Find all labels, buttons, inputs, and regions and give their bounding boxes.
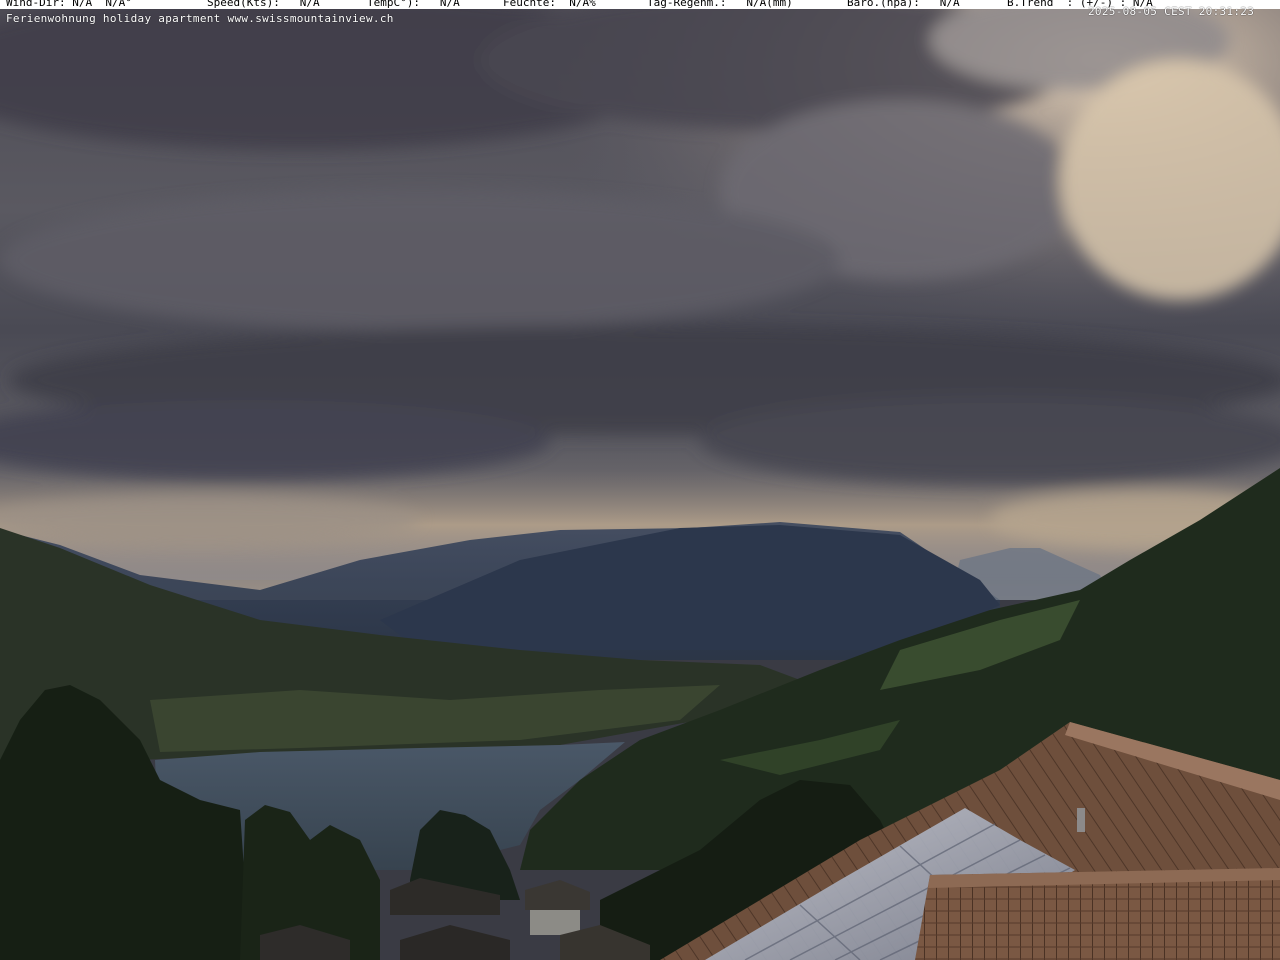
daily-rain: Tag-Regenm.: N/A(mm) [647, 0, 793, 9]
caption-overlay: Ferienwohnung holiday apartment www.swis… [6, 12, 394, 25]
temperature: TempC°): N/A [367, 0, 460, 9]
wind-speed: Speed(Kts): N/A [207, 0, 320, 9]
webcam-photo [0, 0, 1280, 960]
cloudy-sky [0, 0, 1280, 600]
wind-direction: Wind-Dir: N/A N/A° [6, 0, 132, 9]
humidity: Feuchte: N/A% [503, 0, 596, 9]
barometer: Baro.(hpa): N/A [847, 0, 960, 9]
timestamp-overlay: 2025-08-05 CEST 20:31:23 [1088, 5, 1255, 18]
